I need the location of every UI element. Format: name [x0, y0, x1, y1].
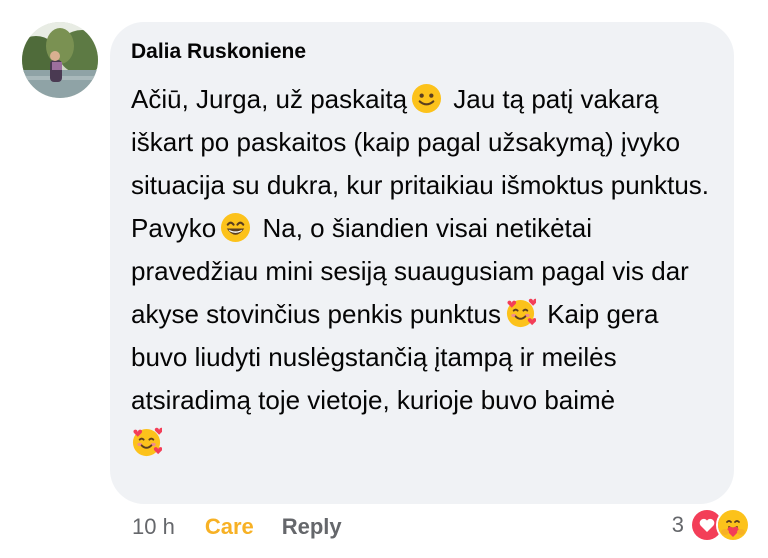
comment-text: Ačiū, Jurga, už paskaitą Jau tą patį vak… [131, 78, 714, 465]
avatar-photo [22, 22, 98, 98]
comment-timestamp[interactable]: 10 h [132, 512, 175, 542]
avatar[interactable] [22, 22, 98, 98]
care-reaction-button[interactable]: Care [205, 512, 254, 542]
slightly-smiling-face-icon [411, 83, 442, 114]
comment-actions: 10 h Care Reply [132, 512, 342, 542]
reaction-summary[interactable]: 3 [672, 508, 750, 542]
reply-button[interactable]: Reply [282, 512, 342, 542]
smiling-face-with-hearts-icon [131, 427, 162, 458]
comment: Dalia Ruskoniene Ačiū, Jurga, už paskait… [0, 0, 768, 558]
smiling-face-with-hearts-icon [505, 298, 536, 329]
grinning-face-with-smiling-eyes-icon [220, 212, 251, 243]
comment-text-part-1: Ačiū, Jurga, už paskaitą [131, 84, 408, 114]
reaction-count: 3 [671, 512, 684, 537]
comment-bubble: Dalia Ruskoniene Ačiū, Jurga, už paskait… [110, 22, 734, 504]
comment-author[interactable]: Dalia Ruskoniene [131, 38, 714, 66]
care-reaction-icon [716, 508, 750, 542]
